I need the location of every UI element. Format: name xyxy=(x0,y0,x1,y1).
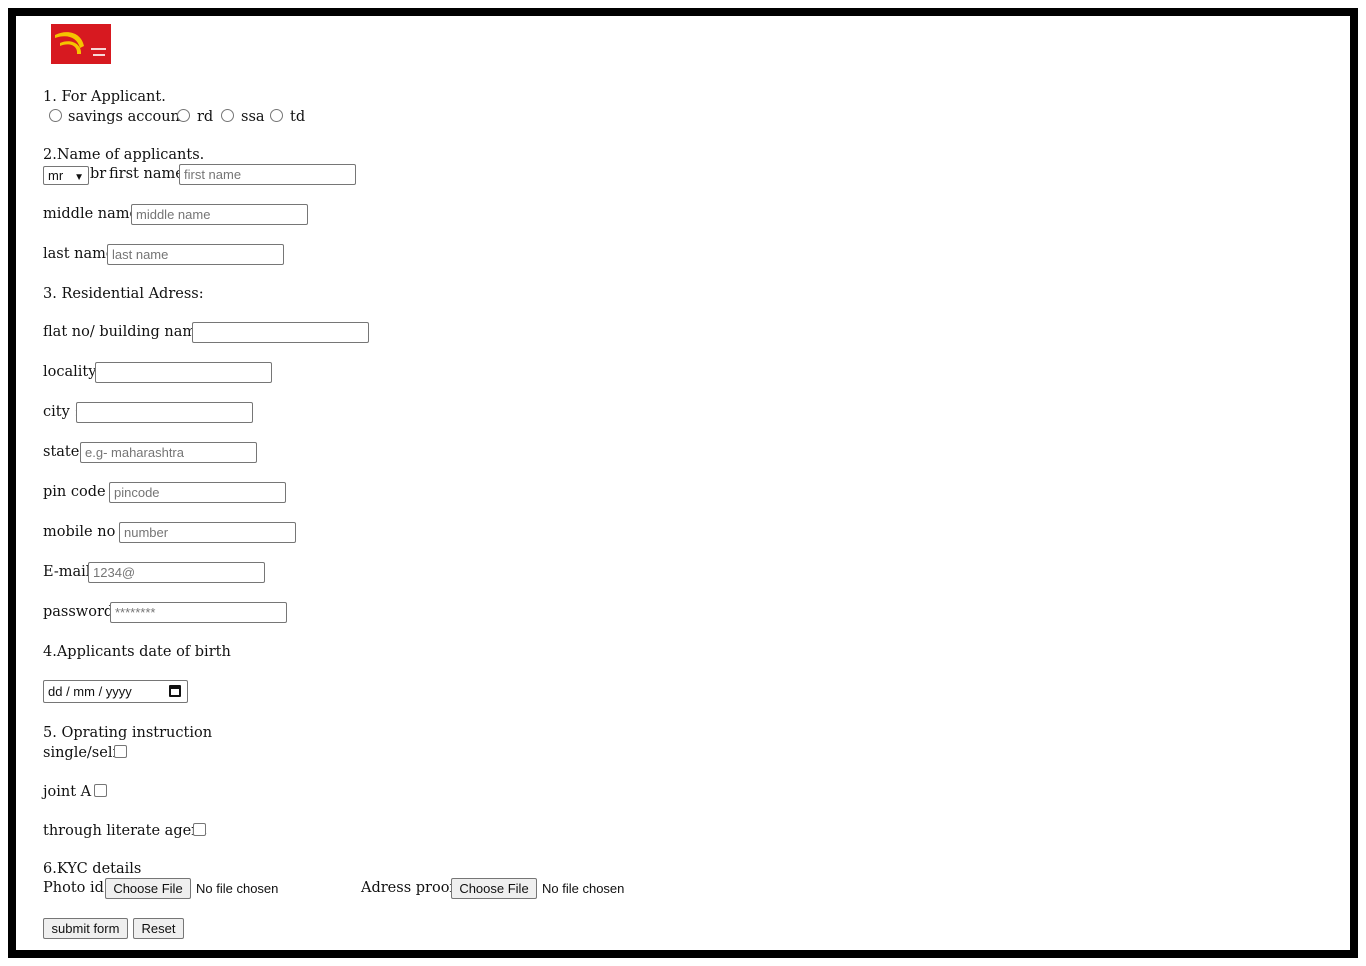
br-text: br xyxy=(90,166,107,182)
radio-savings-account[interactable] xyxy=(49,109,62,122)
submit-form-button[interactable]: submit form xyxy=(43,918,128,939)
address-proof-label: Adress proof: xyxy=(361,880,460,896)
first-name-label: first name: xyxy=(109,166,189,182)
pin-code-input[interactable] xyxy=(109,482,286,503)
section3-heading: 3. Residential Adress: xyxy=(43,286,204,302)
state-input[interactable] xyxy=(80,442,257,463)
mobile-label: mobile no : xyxy=(43,524,125,540)
state-label: state: xyxy=(43,444,85,460)
chevron-down-icon: ▼ xyxy=(74,172,84,183)
title-select-value: mr xyxy=(48,168,64,183)
middle-name-label: middle name: xyxy=(43,206,143,222)
address-proof-file-status: No file chosen xyxy=(542,881,625,896)
section2-heading: 2.Name of applicants. xyxy=(43,147,205,163)
india-post-logo xyxy=(51,24,111,64)
photo-id-label: Photo id: xyxy=(43,880,109,896)
address-proof-choose-file-button[interactable]: Choose File xyxy=(451,878,537,899)
locality-input[interactable] xyxy=(95,362,272,383)
india-post-logo-icon xyxy=(55,32,106,56)
radio-label-savings-account: savings account xyxy=(68,109,186,125)
first-name-input[interactable] xyxy=(179,164,356,185)
email-input[interactable] xyxy=(88,562,265,583)
date-of-birth-input[interactable]: dd / mm / yyyy xyxy=(43,680,188,703)
page-frame: 1. For Applicant. savings account rd ssa… xyxy=(8,8,1358,958)
literate-agent-checkbox[interactable] xyxy=(193,823,206,836)
section6-heading: 6.KYC details xyxy=(43,861,142,877)
radio-td[interactable] xyxy=(270,109,283,122)
city-label: city : xyxy=(43,404,80,420)
single-self-checkbox[interactable] xyxy=(114,745,127,758)
radio-label-td: td xyxy=(290,109,306,125)
reset-button[interactable]: Reset xyxy=(133,918,184,939)
section4-heading: 4.Applicants date of birth xyxy=(43,644,231,660)
middle-name-input[interactable] xyxy=(131,204,308,225)
locality-label: locality: xyxy=(43,364,102,380)
flat-label: flat no/ building name : xyxy=(43,324,215,340)
calendar-icon[interactable] xyxy=(169,685,181,697)
section1-heading: 1. For Applicant. xyxy=(43,89,166,105)
password-input[interactable] xyxy=(110,602,287,623)
joint-a-checkbox[interactable] xyxy=(94,784,107,797)
radio-label-ssa: ssa xyxy=(241,109,265,125)
last-name-input[interactable] xyxy=(107,244,284,265)
flat-input[interactable] xyxy=(192,322,369,343)
radio-label-rd: rd xyxy=(197,109,214,125)
date-placeholder: dd / mm / yyyy xyxy=(48,684,132,699)
photo-id-file-status: No file chosen xyxy=(196,881,279,896)
section5-heading: 5. Oprating instruction xyxy=(43,725,213,741)
title-select[interactable]: mr ▼ xyxy=(43,166,89,185)
mobile-input[interactable] xyxy=(119,522,296,543)
joint-a-label: joint A xyxy=(43,784,92,800)
single-self-label: single/self xyxy=(43,745,118,761)
password-label: password: xyxy=(43,604,119,620)
pin-code-label: pin code : xyxy=(43,484,116,500)
photo-id-choose-file-button[interactable]: Choose File xyxy=(105,878,191,899)
literate-agent-label: through literate agent xyxy=(43,823,207,839)
radio-rd[interactable] xyxy=(177,109,190,122)
radio-ssa[interactable] xyxy=(221,109,234,122)
city-input[interactable] xyxy=(76,402,253,423)
